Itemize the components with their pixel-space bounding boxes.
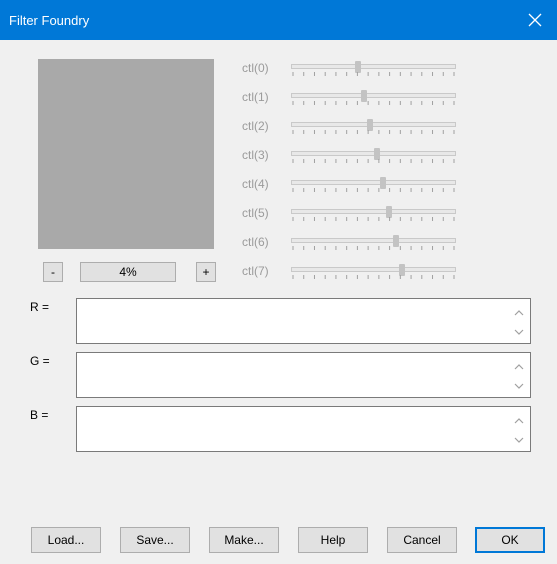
blue-formula-label: B = (30, 408, 49, 422)
red-formula-field[interactable] (76, 298, 531, 344)
ctl-slider[interactable] (291, 93, 456, 98)
slider-ticks (292, 159, 455, 163)
scroll-up-icon[interactable] (514, 309, 524, 317)
ctl-label: ctl(7) (242, 264, 269, 278)
slider-ticks (292, 217, 455, 221)
zoom-out-button[interactable]: - (43, 262, 63, 282)
ctl-label: ctl(3) (242, 148, 269, 162)
ok-button[interactable]: OK (475, 527, 545, 553)
save-button[interactable]: Save... (120, 527, 190, 553)
close-button[interactable] (513, 0, 557, 40)
ctl-slider[interactable] (291, 267, 456, 272)
ctl-label: ctl(1) (242, 90, 269, 104)
slider-ticks (292, 101, 455, 105)
load-button[interactable]: Load... (31, 527, 101, 553)
ctl-label: ctl(2) (242, 119, 269, 133)
scroll-down-icon[interactable] (514, 382, 524, 390)
zoom-in-button[interactable]: + (196, 262, 216, 282)
scroll-down-icon[interactable] (514, 436, 524, 444)
slider-ticks (292, 246, 455, 250)
slider-ticks (292, 188, 455, 192)
make-button[interactable]: Make... (209, 527, 279, 553)
ctl-label: ctl(0) (242, 61, 269, 75)
zoom-level: 4% (80, 262, 176, 282)
slider-ticks (292, 72, 455, 76)
ctl-slider[interactable] (291, 238, 456, 243)
blue-formula-field[interactable] (76, 406, 531, 452)
ctl-slider[interactable] (291, 122, 456, 127)
cancel-button[interactable]: Cancel (387, 527, 457, 553)
ctl-label: ctl(5) (242, 206, 269, 220)
red-formula-label: R = (30, 300, 50, 314)
ctl-slider[interactable] (291, 209, 456, 214)
green-formula-label: G = (30, 354, 50, 368)
title-bar: Filter Foundry (0, 0, 557, 40)
close-icon (528, 13, 542, 27)
ctl-slider[interactable] (291, 64, 456, 69)
window-title: Filter Foundry (9, 13, 90, 28)
green-formula-field[interactable] (76, 352, 531, 398)
scroll-down-icon[interactable] (514, 328, 524, 336)
help-button[interactable]: Help (298, 527, 368, 553)
ctl-label: ctl(6) (242, 235, 269, 249)
ctl-slider[interactable] (291, 180, 456, 185)
slider-ticks (292, 275, 455, 279)
preview-image (38, 59, 214, 249)
scroll-up-icon[interactable] (514, 363, 524, 371)
slider-ticks (292, 130, 455, 134)
ctl-label: ctl(4) (242, 177, 269, 191)
scroll-up-icon[interactable] (514, 417, 524, 425)
